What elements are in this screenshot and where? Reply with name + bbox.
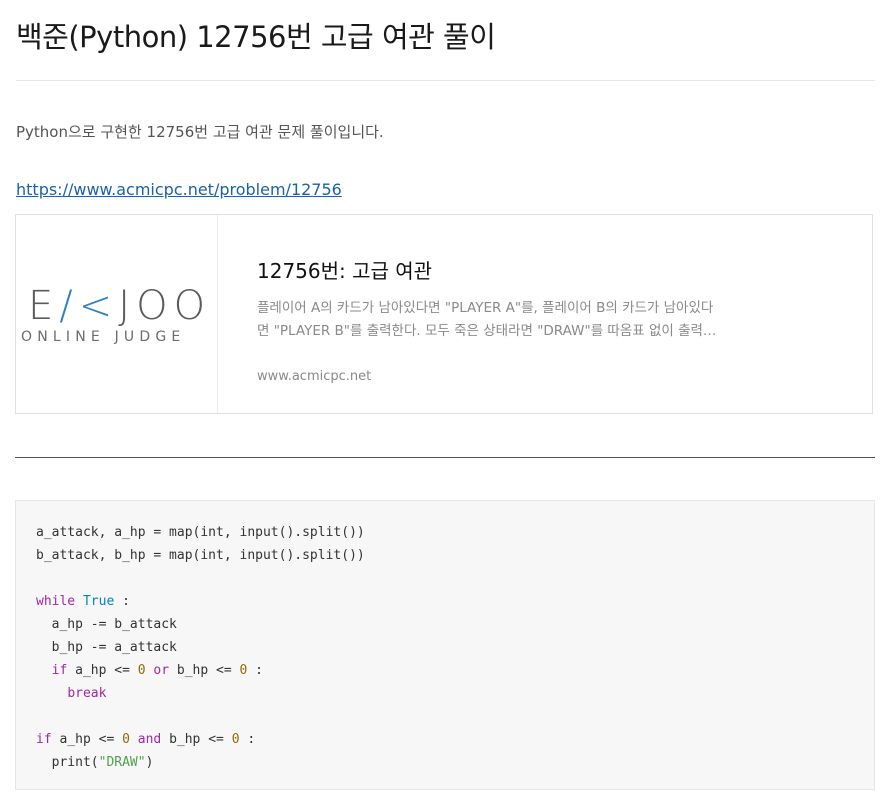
card-description: 플레이어 A의 카드가 남아있다면 "PLAYER A"를, 플레이어 B의 카… (257, 300, 717, 339)
section-divider (15, 457, 875, 458)
code-block: a_attack, a_hp = map(int, input().split(… (15, 500, 875, 790)
card-thumbnail: E/<JOO ONLINE JUDGE (16, 215, 218, 413)
card-title: 12756번: 고급 여관 (257, 259, 433, 283)
page-title: 백준(Python) 12756번 고급 여관 풀이 (16, 20, 496, 54)
intro-text: Python으로 구현한 12756번 고급 여관 문제 풀이입니다. (16, 123, 384, 141)
link-preview-card[interactable]: E/<JOO ONLINE JUDGE 12756번: 고급 여관 플레이어 A… (15, 214, 873, 414)
problem-link[interactable]: https://www.acmicpc.net/problem/12756 (16, 180, 342, 199)
logo-subtitle: ONLINE JUDGE (21, 329, 186, 345)
blog-post: 백준(Python) 12756번 고급 여관 풀이 Python으로 구현한 … (0, 0, 894, 790)
baekjoon-logo: E/<JOO (28, 283, 212, 329)
card-domain: www.acmicpc.net (257, 369, 372, 384)
title-divider (16, 80, 875, 81)
